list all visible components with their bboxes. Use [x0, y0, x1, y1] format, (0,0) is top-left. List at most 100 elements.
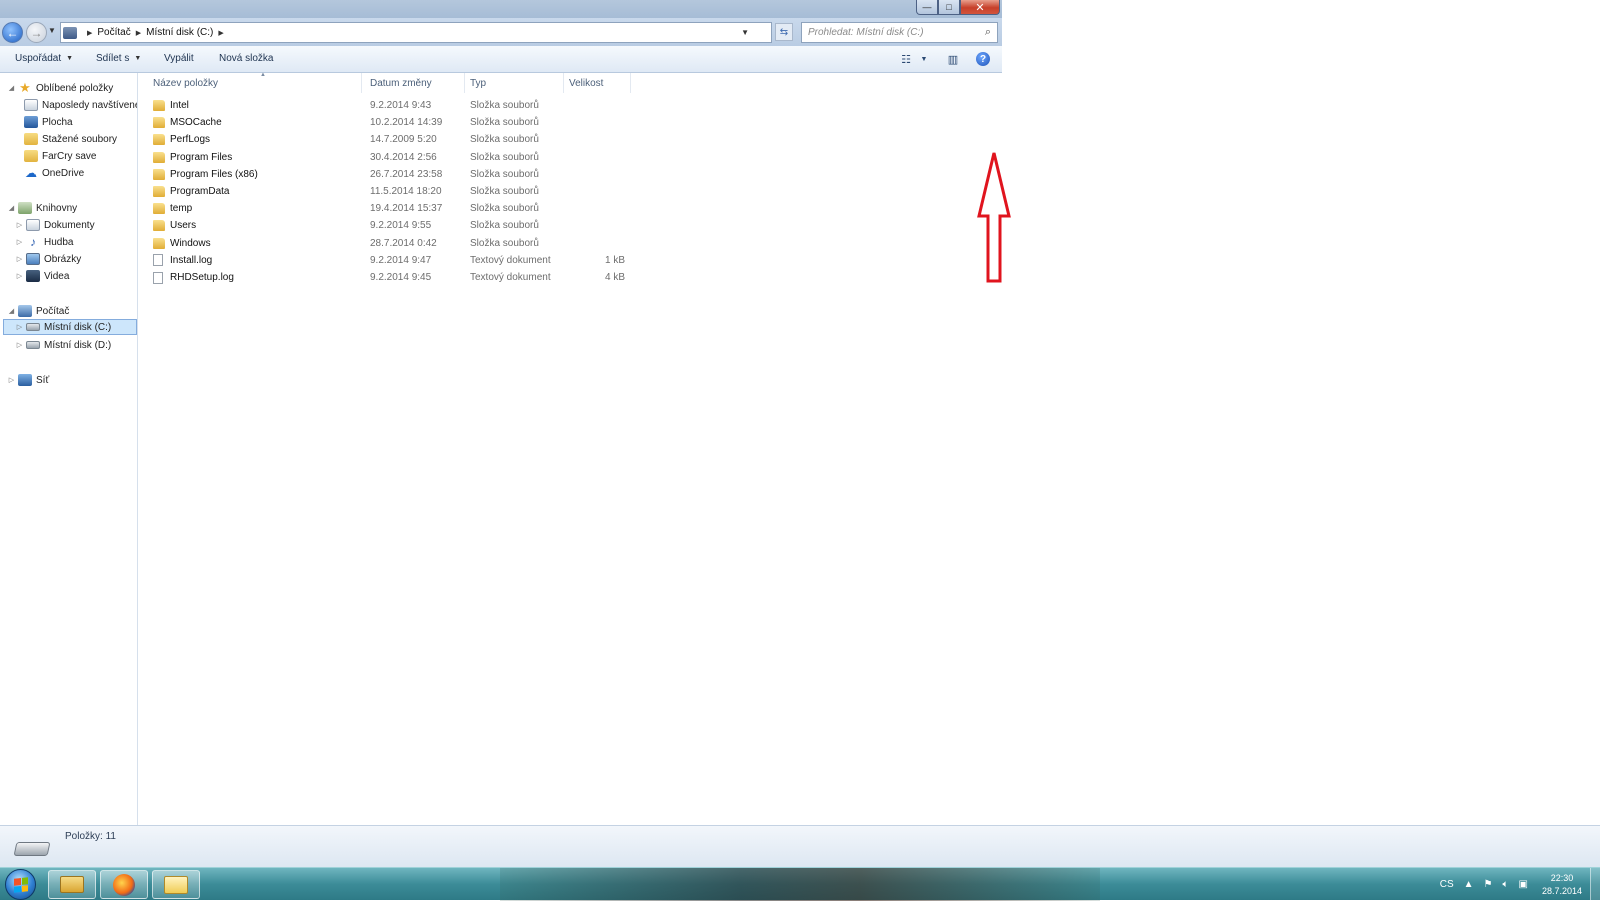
tree-item-downloads[interactable]: Stažené soubory [22, 131, 137, 147]
table-row[interactable]: Install.log 9.2.2014 9:47 Textový dokument… [139, 252, 625, 269]
size-cell [569, 183, 625, 200]
tree-label: Naposledy navštívené [42, 99, 137, 111]
search-icon[interactable]: ⌕ [985, 26, 991, 39]
show-desktop-button[interactable] [1590, 868, 1600, 901]
tree-item-music[interactable]: ▷ ♪ Hudba [15, 234, 137, 250]
tree-network[interactable]: ▷ Síť [7, 372, 137, 388]
table-row[interactable]: ProgramData 11.5.2014 18:20 Složka souborů [139, 183, 619, 200]
view-options-icon[interactable]: ☷ [898, 51, 914, 67]
table-row[interactable]: Windows 28.7.2014 0:42 Složka souborů [139, 235, 619, 252]
forward-button[interactable]: → [26, 22, 47, 43]
column-header-size[interactable]: Velikost [564, 73, 631, 93]
search-input[interactable]: Prohledat: Místní disk (C:) ⌕ [801, 22, 998, 43]
date-modified-cell: 19.4.2014 15:37 [370, 203, 443, 215]
red-arrow-annotation [977, 152, 1011, 283]
taskbar-explorer-button[interactable] [48, 870, 96, 899]
minimize-button[interactable]: — [916, 0, 938, 15]
collapse-arrow-icon[interactable]: ◢ [7, 204, 16, 212]
expand-arrow-icon[interactable]: ▷ [15, 272, 24, 280]
arrow-up-icon [977, 152, 1011, 283]
hard-drive-icon [13, 842, 51, 856]
hard-drive-icon [26, 323, 40, 331]
type-cell: Složka souborů [470, 117, 539, 129]
network-status-icon[interactable]: ▣ [1519, 879, 1528, 890]
share-label: Sdílet s [96, 53, 130, 64]
table-row[interactable]: Intel 9.2.2014 9:43 Složka souborů [139, 97, 619, 114]
size-cell [569, 131, 625, 148]
close-button[interactable]: ✕ [960, 0, 1000, 15]
maximize-button[interactable]: □ [938, 0, 960, 15]
file-name: Windows [170, 237, 211, 249]
tree-item-farcry-save[interactable]: FarCry save [22, 148, 137, 164]
help-button[interactable]: ? [975, 51, 991, 67]
file-name-cell: temp [153, 200, 192, 217]
address-dropdown-icon[interactable]: ▼ [741, 28, 749, 37]
expand-arrow-icon[interactable]: ▷ [15, 323, 24, 331]
file-name: RHDSetup.log [170, 272, 234, 283]
tree-item-local-disk-d[interactable]: ▷ Místní disk (D:) [15, 337, 137, 353]
breadcrumb-separator-icon[interactable]: ▶ [218, 29, 223, 37]
breadcrumb-local-disk-c[interactable]: Místní disk (C:) [146, 27, 213, 38]
column-header-date[interactable]: Datum změny [365, 73, 465, 93]
table-row[interactable]: Users 9.2.2014 9:55 Složka souborů [139, 217, 619, 234]
expand-arrow-icon[interactable]: ▷ [15, 255, 24, 263]
taskbar-folder-button[interactable] [152, 870, 200, 899]
table-row[interactable]: temp 19.4.2014 15:37 Složka souborů [139, 200, 619, 217]
tree-label: Hudba [44, 236, 74, 248]
burn-button[interactable]: Vypálit [164, 53, 194, 64]
refresh-button[interactable]: ⇆ [775, 23, 793, 41]
folder-icon [153, 186, 165, 197]
tree-item-onedrive[interactable]: ☁ OneDrive [22, 165, 137, 181]
new-folder-button[interactable]: Nová složka [219, 53, 273, 64]
clock-time: 22:30 [1550, 872, 1574, 883]
volume-icon[interactable]: 🔈︎ [1503, 879, 1509, 890]
clock[interactable]: 22:30 28.7.2014 [1542, 872, 1582, 898]
chevron-down-icon[interactable]: ▼ [916, 51, 932, 67]
expand-arrow-icon[interactable]: ▷ [7, 376, 16, 384]
show-hidden-icons-icon[interactable]: ▲ [1464, 879, 1474, 890]
breadcrumb-computer[interactable]: Počítač [97, 27, 130, 38]
recent-pages-button[interactable]: ▼ [48, 26, 56, 35]
tree-item-videos[interactable]: ▷ Videa [15, 268, 137, 284]
type-cell: Složka souborů [470, 203, 539, 215]
file-name: temp [170, 203, 193, 215]
column-header-type[interactable]: Typ [465, 73, 564, 93]
action-center-flag-icon[interactable]: ⚑ [1484, 879, 1493, 890]
table-row[interactable]: RHDSetup.log 9.2.2014 9:45 Textový dokumen… [139, 269, 625, 286]
start-button[interactable] [5, 869, 36, 900]
breadcrumb-separator-icon[interactable]: ▶ [136, 29, 141, 37]
tree-label: Dokumenty [44, 219, 95, 231]
expand-arrow-icon[interactable]: ▷ [15, 221, 24, 229]
file-name: PerfLogs [170, 134, 211, 146]
tree-item-desktop[interactable]: Plocha [22, 114, 137, 130]
table-row[interactable]: Program Files 30.4.2014 2:56 Složka soubor… [139, 149, 619, 166]
size-cell [569, 166, 625, 183]
organize-button[interactable]: Uspořádat ▼ [15, 53, 73, 64]
tree-item-documents[interactable]: ▷ Dokumenty [15, 217, 137, 233]
tree-favorites[interactable]: ◢ ★ Oblíbené položky [7, 80, 137, 96]
taskbar-firefox-button[interactable] [100, 870, 148, 899]
expand-arrow-icon[interactable]: ▷ [15, 238, 24, 246]
help-icon: ? [976, 52, 990, 66]
expand-arrow-icon[interactable]: ▷ [15, 341, 24, 349]
tree-libraries[interactable]: ◢ Knihovny [7, 200, 137, 216]
column-header-name[interactable]: ▲ Název položky [148, 72, 362, 93]
collapse-arrow-icon[interactable]: ◢ [7, 84, 16, 92]
collapse-arrow-icon[interactable]: ◢ [7, 307, 16, 315]
tree-item-local-disk-c[interactable]: ▷ Místní disk (C:) [3, 319, 137, 335]
tree-label: Obrázky [44, 253, 82, 265]
back-button[interactable]: ← [2, 22, 23, 43]
tree-item-pictures[interactable]: ▷ Obrázky [15, 251, 137, 267]
tree-computer[interactable]: ◢ Počítač [7, 303, 137, 319]
table-row[interactable]: MSOCache 10.2.2014 14:39 Složka souborů [139, 114, 619, 131]
table-row[interactable]: PerfLogs 14.7.2009 5:20 Složka souborů [139, 131, 619, 148]
tree-label: Síť [36, 374, 50, 386]
language-indicator[interactable]: CS [1440, 879, 1454, 890]
table-row[interactable]: Program Files (x86) 26.7.2014 23:58 Složka… [139, 166, 619, 183]
address-bar[interactable]: ▶ Počítač ▶ Místní disk (C:) ▶ ▼ [60, 22, 772, 43]
preview-pane-icon[interactable]: ▥ [945, 51, 961, 67]
breadcrumb-separator-icon[interactable]: ▶ [87, 29, 92, 37]
share-with-button[interactable]: Sdílet s ▼ [96, 53, 141, 64]
tree-item-recent-places[interactable]: Naposledy navštívené [22, 97, 137, 113]
folder-icon [153, 134, 165, 146]
